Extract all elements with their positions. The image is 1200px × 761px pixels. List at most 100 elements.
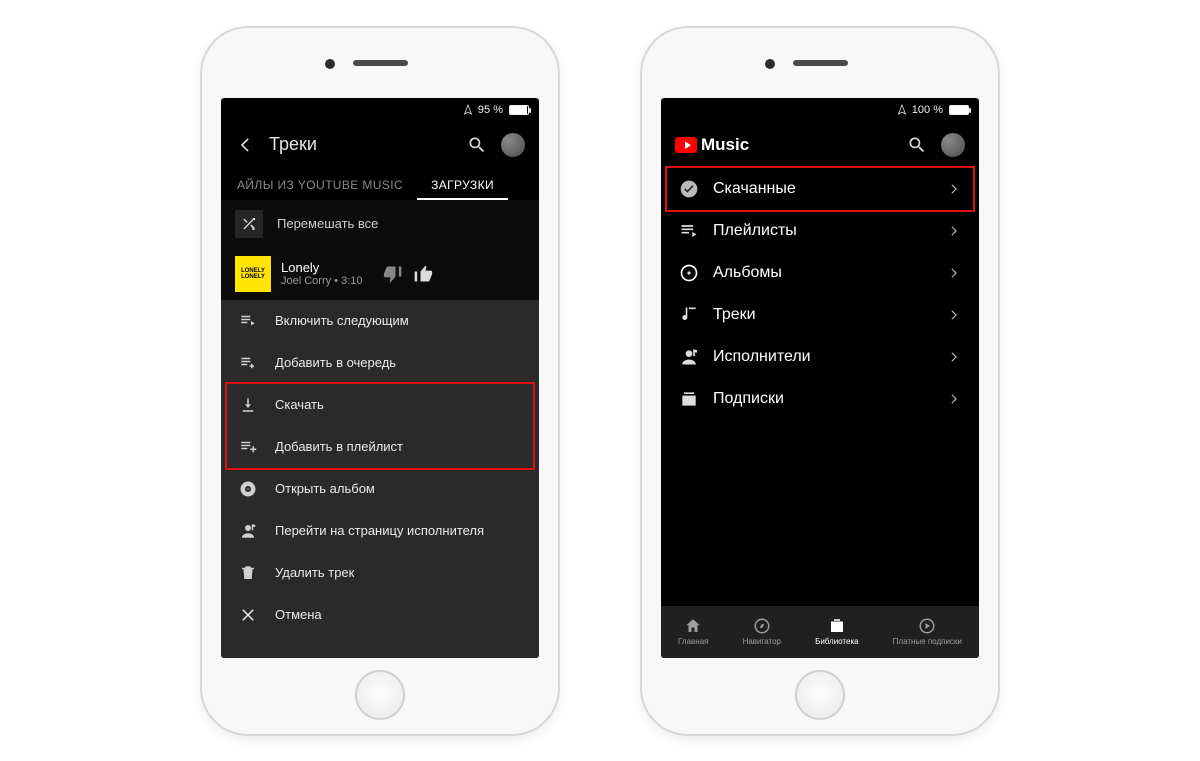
- library-item-note[interactable]: Треки: [661, 294, 979, 336]
- phone-mock-right: 100 % Music Скачанные Плейлисты Альбомы Тре…: [640, 26, 1000, 736]
- chevron-right-icon: [947, 266, 961, 280]
- phone-mock-left: 95 % Треки АЙЛЫ ИЗ YOUTUBE MUSIC ЗАГРУЗК…: [200, 26, 560, 736]
- sheet-item-label: Скачать: [275, 397, 324, 412]
- chevron-right-icon: [947, 392, 961, 406]
- screen-right: 100 % Music Скачанные Плейлисты Альбомы Тре…: [661, 98, 979, 658]
- nav-home[interactable]: Главная: [678, 617, 708, 646]
- album-icon: [239, 480, 257, 498]
- location-icon: [462, 104, 474, 116]
- sheet-item-label: Отмена: [275, 607, 322, 622]
- home-button[interactable]: [795, 670, 845, 720]
- sheet-item-trash[interactable]: Удалить трек: [221, 552, 539, 594]
- artist-icon: [239, 522, 257, 540]
- screen-left: 95 % Треки АЙЛЫ ИЗ YOUTUBE MUSIC ЗАГРУЗК…: [221, 98, 539, 658]
- sheet-item-queue-next[interactable]: Включить следующим: [221, 300, 539, 342]
- avatar[interactable]: [501, 133, 525, 157]
- thumb-up-icon[interactable]: [413, 264, 433, 284]
- sheet-item-label: Включить следующим: [275, 313, 409, 328]
- track-title: Lonely: [281, 260, 363, 275]
- tab-youtube-music-files[interactable]: АЙЛЫ ИЗ YOUTUBE MUSIC: [223, 168, 417, 200]
- sheet-item-label: Открыть альбом: [275, 481, 375, 496]
- shuffle-icon: [235, 210, 263, 238]
- search-icon[interactable]: [467, 135, 487, 155]
- play-badge-icon: [675, 137, 697, 153]
- tab-downloads[interactable]: ЗАГРУЗКИ: [417, 168, 508, 200]
- home-icon: [684, 617, 702, 635]
- chevron-right-icon: [947, 224, 961, 238]
- sheet-item-label: Добавить в плейлист: [275, 439, 403, 454]
- library-item-label: Плейлисты: [713, 222, 797, 240]
- sheet-item-queue-add[interactable]: Добавить в очередь: [221, 342, 539, 384]
- library-item-playlist[interactable]: Плейлисты: [661, 210, 979, 252]
- logo-text: Music: [701, 135, 749, 155]
- nav-label: Платные подписки: [893, 637, 962, 646]
- nav-label: Библиотека: [815, 637, 859, 646]
- queue-add-icon: [239, 354, 257, 372]
- sheet-item-playlist-add[interactable]: Добавить в плейлист: [221, 426, 539, 468]
- battery-icon: [949, 105, 969, 115]
- back-icon[interactable]: [235, 135, 255, 155]
- sheet-item-close[interactable]: Отмена: [221, 594, 539, 636]
- library-item-label: Исполнители: [713, 348, 811, 366]
- header: Треки: [221, 122, 539, 168]
- library-icon: [828, 617, 846, 635]
- home-button[interactable]: [355, 670, 405, 720]
- library-list: Скачанные Плейлисты Альбомы Треки Исполнител…: [661, 168, 979, 606]
- location-icon: [896, 104, 908, 116]
- speaker-slot: [353, 60, 408, 66]
- search-icon[interactable]: [907, 135, 927, 155]
- album-disc-icon: [679, 263, 699, 283]
- library-item-label: Альбомы: [713, 264, 782, 282]
- track-meta: Lonely Joel Corry • 3:10: [281, 260, 363, 287]
- library-item-downloaded[interactable]: Скачанные: [661, 168, 979, 210]
- header: Music: [661, 122, 979, 168]
- nav-library[interactable]: Библиотека: [815, 617, 859, 646]
- playlist-icon: [679, 221, 699, 241]
- downloaded-icon: [679, 179, 699, 199]
- status-bar: 95 %: [221, 98, 539, 122]
- action-sheet: Включить следующим Добавить в очередь Скач…: [221, 300, 539, 658]
- nav-paid[interactable]: Платные подписки: [893, 617, 962, 646]
- note-icon: [679, 305, 699, 325]
- nav-label: Навигатор: [743, 637, 781, 646]
- tabs: АЙЛЫ ИЗ YOUTUBE MUSIC ЗАГРУЗКИ: [221, 168, 539, 200]
- thumb-down-icon[interactable]: [383, 264, 403, 284]
- battery-text: 100 %: [912, 104, 943, 116]
- download-icon: [239, 396, 257, 414]
- library-item-label: Подписки: [713, 390, 784, 408]
- sheet-item-album[interactable]: Открыть альбом: [221, 468, 539, 510]
- subs-icon: [679, 389, 699, 409]
- sheet-item-artist[interactable]: Перейти на страницу исполнителя: [221, 510, 539, 552]
- shuffle-all-row[interactable]: Перемешать все: [221, 200, 539, 248]
- page-title: Треки: [269, 134, 317, 155]
- library-item-artist[interactable]: Исполнители: [661, 336, 979, 378]
- speaker-slot: [793, 60, 848, 66]
- phone-earpiece-area: [202, 28, 558, 98]
- nav-compass[interactable]: Навигатор: [743, 617, 781, 646]
- sheet-item-download[interactable]: Скачать: [221, 384, 539, 426]
- bottom-nav: Главная Навигатор Библиотека Платные подпис…: [661, 606, 979, 658]
- trash-icon: [239, 564, 257, 582]
- compass-icon: [753, 617, 771, 635]
- phone-earpiece-area: [642, 28, 998, 98]
- artist-icon: [679, 347, 699, 367]
- track-row[interactable]: LONELY LONELY Lonely Joel Corry • 3:10: [221, 248, 539, 300]
- library-item-album-disc[interactable]: Альбомы: [661, 252, 979, 294]
- front-camera: [325, 59, 335, 69]
- battery-icon: [509, 105, 529, 115]
- library-item-label: Треки: [713, 306, 756, 324]
- track-subtitle: Joel Corry • 3:10: [281, 275, 363, 287]
- chevron-right-icon: [947, 308, 961, 322]
- nav-label: Главная: [678, 637, 708, 646]
- youtube-music-logo[interactable]: Music: [675, 135, 749, 155]
- playlist-add-icon: [239, 438, 257, 456]
- queue-next-icon: [239, 312, 257, 330]
- sheet-item-label: Добавить в очередь: [275, 355, 396, 370]
- chevron-right-icon: [947, 182, 961, 196]
- close-icon: [239, 606, 257, 624]
- sheet-item-label: Перейти на страницу исполнителя: [275, 523, 484, 538]
- library-item-subs[interactable]: Подписки: [661, 378, 979, 420]
- sheet-item-label: Удалить трек: [275, 565, 354, 580]
- shuffle-label: Перемешать все: [277, 216, 378, 231]
- avatar[interactable]: [941, 133, 965, 157]
